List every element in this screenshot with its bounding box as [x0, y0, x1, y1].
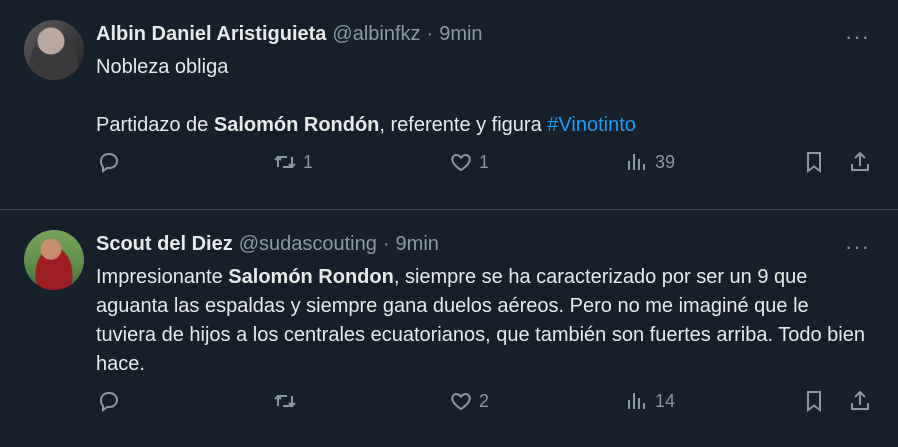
tweet-content: Albin Daniel Aristiguieta @albinfkz · 9m…	[96, 16, 874, 209]
views-button[interactable]: 39	[625, 150, 675, 174]
tweet-text: Nobleza obliga Partidazo de Salomón Rond…	[96, 53, 874, 140]
separator-dot: ·	[426, 22, 434, 45]
reply-icon	[99, 152, 119, 173]
bookmark-button[interactable]	[802, 150, 826, 174]
retweet-button[interactable]	[273, 389, 303, 413]
share-icon	[851, 151, 869, 171]
views-count: 39	[655, 151, 676, 172]
more-options-icon[interactable]: ···	[845, 24, 870, 50]
hashtag-link[interactable]: #Vinotinto	[547, 114, 636, 136]
bold-mention: Salomón Rondon	[228, 266, 394, 288]
retweet-count: 1	[303, 151, 314, 172]
bookmark-icon	[807, 152, 821, 173]
tweet-paragraph: Nobleza obliga	[96, 56, 229, 78]
share-button[interactable]	[848, 150, 872, 174]
tweet-text: Impresionante Salomón Rondon, siempre se…	[96, 263, 874, 379]
views-count: 14	[655, 390, 676, 411]
text-segment: Partidazo de	[96, 114, 214, 136]
bookmark-button[interactable]	[802, 389, 826, 413]
text-segment: , referente y figura	[379, 114, 548, 136]
heart-icon	[451, 153, 471, 172]
tweet-content: Scout del Diez @sudascouting · 9min Impr…	[96, 226, 874, 447]
share-icon	[851, 390, 869, 410]
text-segment: Impresionante	[96, 266, 229, 288]
timestamp[interactable]: 9min	[396, 233, 439, 256]
author-handle[interactable]: @sudascouting	[239, 233, 377, 256]
like-count: 1	[479, 151, 490, 172]
reply-icon	[99, 391, 119, 412]
retweet-button[interactable]: 1	[273, 150, 313, 174]
views-button[interactable]: 14	[625, 389, 675, 413]
like-count: 2	[479, 390, 490, 411]
retweet-icon	[274, 394, 296, 408]
separator-dot: ·	[382, 232, 390, 255]
views-icon	[628, 393, 645, 409]
tweet-header: Albin Daniel Aristiguieta @albinfkz · 9m…	[96, 16, 874, 52]
bold-mention: Salomón Rondón	[213, 114, 380, 136]
author-name[interactable]: Albin Daniel Aristiguieta	[96, 23, 326, 46]
bookmark-icon	[807, 391, 821, 412]
like-button[interactable]: 2	[449, 389, 489, 413]
like-button[interactable]: 1	[449, 150, 489, 174]
avatar[interactable]	[24, 230, 84, 290]
timestamp[interactable]: 9min	[439, 23, 482, 46]
heart-icon	[451, 392, 471, 411]
author-handle[interactable]: @albinfkz	[332, 23, 420, 46]
reply-button[interactable]	[97, 150, 127, 174]
share-button[interactable]	[848, 389, 872, 413]
tweet-paragraph: Partidazo de Salomón Rondón, referente y…	[96, 111, 874, 140]
tweet-1[interactable]: Albin Daniel Aristiguieta @albinfkz · 9m…	[0, 0, 898, 210]
retweet-icon	[274, 155, 296, 169]
avatar[interactable]	[24, 20, 84, 80]
more-options-icon[interactable]: ···	[845, 234, 870, 260]
author-name[interactable]: Scout del Diez	[96, 233, 233, 256]
tweet-header: Scout del Diez @sudascouting · 9min	[96, 226, 874, 262]
views-icon	[628, 154, 645, 170]
reply-button[interactable]	[97, 389, 127, 413]
